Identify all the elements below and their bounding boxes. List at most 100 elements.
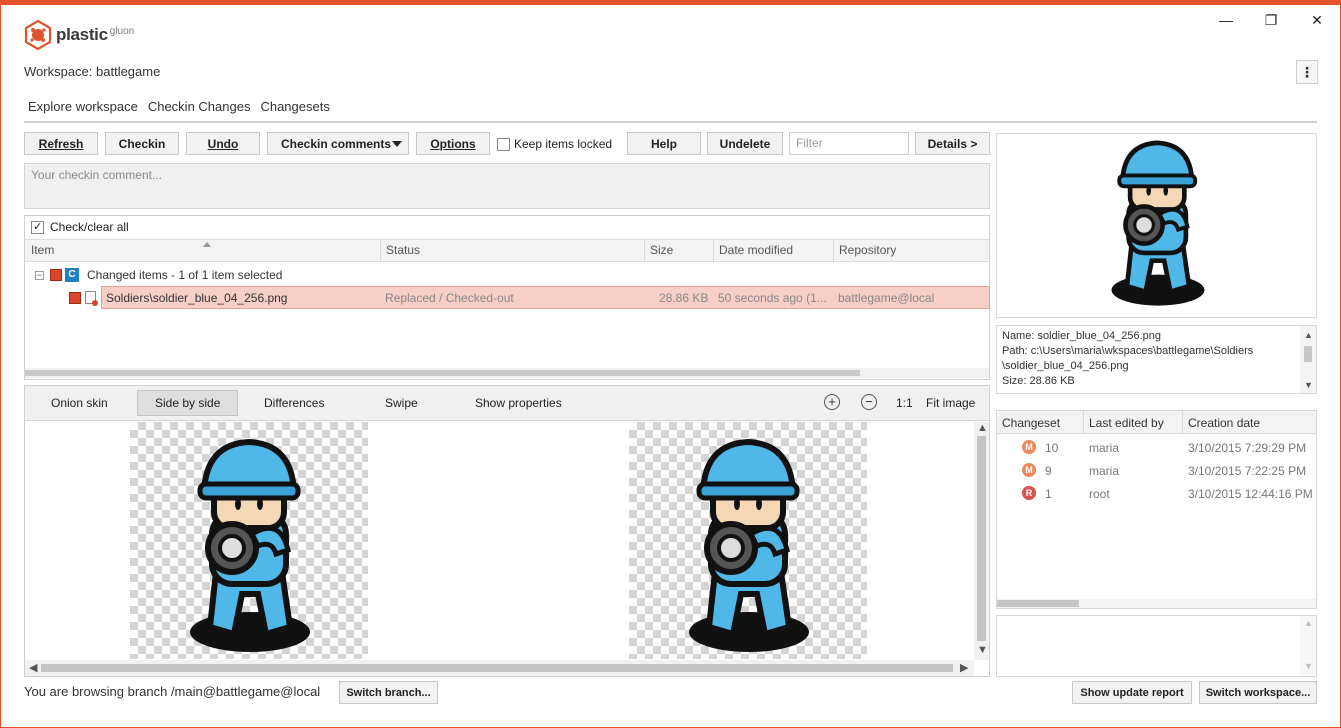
scroll-up-icon[interactable]: ▲ (1304, 328, 1313, 343)
list-horizontal-scrollbar[interactable] (25, 368, 989, 378)
tab-side-by-side[interactable]: Side by side (137, 390, 239, 416)
column-creation-date[interactable]: Creation date (1188, 416, 1260, 430)
checkin-comment-input[interactable]: Your checkin comment... (24, 163, 990, 209)
table-row[interactable]: R 1 root 3/10/2015 12:44:16 PM (997, 483, 1316, 506)
column-last-edited-by[interactable]: Last edited by (1089, 416, 1164, 430)
undo-button[interactable]: Undo (186, 132, 260, 155)
keep-locked-checkbox[interactable]: Keep items locked (497, 137, 612, 151)
scroll-right-icon[interactable]: ▶ (960, 661, 968, 674)
sort-asc-icon (203, 242, 211, 247)
grid-header: Item Status Size Date modified Repositor… (25, 239, 989, 262)
app-logo: plastic gluon (24, 20, 134, 50)
more-options-icon[interactable]: ⋮ (1296, 60, 1318, 84)
column-date-modified[interactable]: Date modified (719, 243, 793, 257)
details-button[interactable]: Details > (915, 132, 990, 155)
scroll-down-icon[interactable]: ▼ (1304, 378, 1313, 393)
checkin-label: Checkin (118, 136, 166, 151)
show-update-report-button[interactable]: Show update report (1072, 681, 1192, 704)
diff-vertical-scrollbar[interactable]: ▲ ▼ (974, 422, 989, 660)
minimize-icon[interactable]: — (1216, 12, 1236, 28)
zoom-actual-size-button[interactable]: 1:1 (896, 396, 913, 410)
options-button[interactable]: Options (416, 132, 490, 155)
scroll-up-icon[interactable]: ▲ (977, 422, 988, 434)
creation-date: 3/10/2015 7:29:29 PM (1188, 441, 1307, 455)
scroll-left-icon[interactable]: ◀ (29, 661, 37, 674)
info-size: Size: 28.86 KB (1002, 375, 1075, 387)
scroll-up-icon[interactable]: ▲ (1304, 618, 1313, 628)
group-check-icon[interactable] (50, 269, 62, 281)
group-label: Changed items - 1 of 1 item selected (87, 268, 283, 282)
tab-show-properties[interactable]: Show properties (475, 396, 562, 410)
refresh-button[interactable]: Refresh (24, 132, 98, 155)
tabs-divider (24, 121, 1317, 123)
file-info-panel: Name: soldier_blue_04_256.png Path: c:\U… (996, 325, 1317, 394)
item-check-icon[interactable] (69, 291, 81, 304)
refresh-label: Refresh (38, 136, 84, 151)
scrollbar-thumb[interactable] (41, 664, 953, 672)
image-preview-panel (996, 133, 1317, 318)
checkin-button[interactable]: Checkin (105, 132, 179, 155)
soldier-preview-image (1111, 140, 1205, 306)
column-changeset[interactable]: Changeset (1002, 416, 1060, 430)
column-separator (380, 240, 381, 262)
checkbox-box[interactable] (497, 137, 510, 151)
app-name: plastic (56, 25, 108, 44)
image-diff-panel: Onion skin Side by side Differences Swip… (24, 385, 990, 677)
changeset-comment-panel: ▲ ▼ (996, 615, 1317, 677)
info-path-cont: \soldier_blue_04_256.png (1002, 360, 1129, 372)
diff-horizontal-scrollbar[interactable]: ◀ ▶ (25, 660, 974, 676)
column-item[interactable]: Item (31, 243, 54, 257)
history-horizontal-scrollbar[interactable] (997, 599, 1316, 608)
title-accent-bar (0, 0, 1341, 5)
scrollbar-thumb[interactable] (1304, 346, 1312, 362)
check-all-checkbox[interactable]: ✓ Check/clear all (31, 220, 129, 234)
checkin-comments-button[interactable]: Checkin comments (267, 132, 409, 155)
changed-badge-icon: C (65, 268, 79, 282)
scroll-down-icon[interactable]: ▼ (1304, 661, 1313, 671)
scrollbar-thumb[interactable] (997, 600, 1079, 607)
column-repository[interactable]: Repository (839, 243, 896, 257)
changeset-number: 9 (1045, 464, 1052, 478)
modified-badge-icon: M (1022, 440, 1036, 454)
tab-checkin-changes[interactable]: Checkin Changes (143, 97, 255, 123)
collapse-icon[interactable]: − (35, 270, 44, 280)
info-scrollbar[interactable]: ▲ ▼ (1300, 326, 1316, 393)
tab-onion-skin[interactable]: Onion skin (51, 396, 108, 410)
zoom-in-icon[interactable]: + (824, 394, 840, 410)
table-row[interactable]: M 9 maria 3/10/2015 7:22:25 PM (997, 460, 1316, 483)
group-row[interactable]: − C Changed items - 1 of 1 item selected (35, 268, 282, 282)
pending-changes-panel: ✓ Check/clear all Item Status Size Date … (24, 215, 990, 380)
restore-icon[interactable]: ❐ (1261, 12, 1281, 29)
item-status: Replaced / Checked-out (385, 291, 514, 305)
creation-date: 3/10/2015 12:44:16 PM (1188, 487, 1313, 501)
changeset-number: 10 (1045, 441, 1059, 455)
notes-scrollbar[interactable]: ▲ ▼ (1300, 616, 1316, 676)
item-date: 50 seconds ago (1... (718, 291, 827, 305)
zoom-out-icon[interactable]: − (861, 394, 877, 410)
undelete-label: Undelete (719, 136, 771, 151)
tab-differences[interactable]: Differences (264, 396, 324, 410)
table-row[interactable]: M 10 maria 3/10/2015 7:29:29 PM (997, 437, 1316, 460)
table-row[interactable]: Soldiers\soldier_blue_04_256.png Replace… (101, 286, 990, 309)
help-button[interactable]: Help (627, 132, 701, 155)
column-separator (713, 240, 714, 262)
switch-branch-button[interactable]: Switch branch... (339, 681, 438, 704)
tab-changesets[interactable]: Changesets (256, 97, 333, 123)
tab-swipe[interactable]: Swipe (385, 396, 418, 410)
column-separator (644, 240, 645, 262)
fit-image-button[interactable]: Fit image (926, 396, 975, 410)
plastic-logo-icon (24, 20, 52, 50)
filter-input[interactable]: Filter (789, 132, 909, 155)
scrollbar-thumb[interactable] (25, 370, 860, 376)
close-icon[interactable]: ✕ (1307, 12, 1327, 29)
switch-workspace-button[interactable]: Switch workspace... (1199, 681, 1317, 704)
column-status[interactable]: Status (386, 243, 420, 257)
diff-toolbar: Onion skin Side by side Differences Swip… (25, 386, 989, 421)
check-all-box[interactable]: ✓ (31, 220, 44, 234)
undelete-button[interactable]: Undelete (707, 132, 783, 155)
column-size[interactable]: Size (650, 243, 673, 257)
tab-explore-workspace[interactable]: Explore workspace (24, 97, 142, 123)
scroll-down-icon[interactable]: ▼ (977, 644, 988, 656)
column-separator (1182, 411, 1183, 433)
scrollbar-thumb[interactable] (977, 436, 986, 641)
